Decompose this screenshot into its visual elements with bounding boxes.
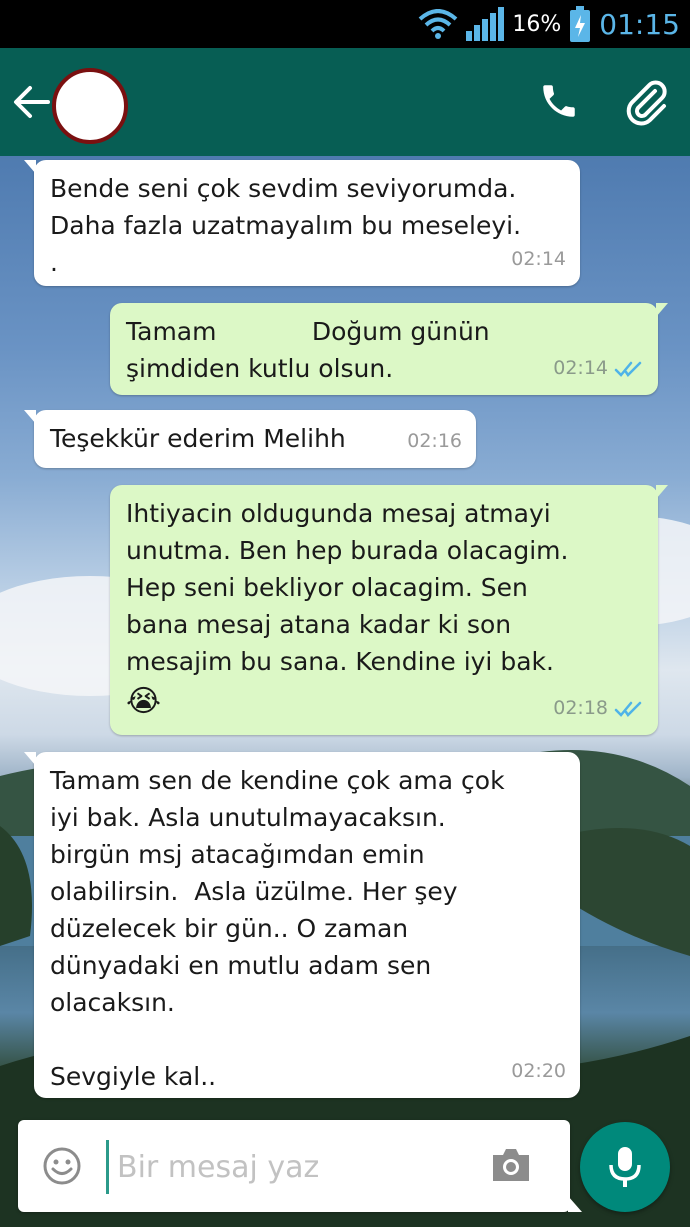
message-time: 02:14 <box>553 357 608 379</box>
camera-icon[interactable] <box>490 1146 532 1184</box>
message-bubble-incoming[interactable]: Bende seni çok sevdim seviyorumda. Daha … <box>24 160 580 286</box>
microphone-icon <box>609 1147 641 1187</box>
status-clock: 01:15 <box>599 7 680 41</box>
signal-icon <box>466 7 505 41</box>
message-time: 02:20 <box>511 1060 566 1082</box>
chat-header <box>0 48 690 156</box>
paperclip-icon[interactable] <box>622 78 670 126</box>
arrow-left-icon[interactable] <box>12 84 52 120</box>
message-meta: 02:14 <box>511 241 566 278</box>
message-meta: 02:16 <box>407 423 462 460</box>
message-meta: 02:18 <box>553 690 644 727</box>
emoji-icon[interactable] <box>42 1146 82 1186</box>
message-meta: 02:20 <box>511 1053 566 1090</box>
battery-percent: 16% <box>512 11 562 37</box>
contact-avatar[interactable] <box>52 68 128 144</box>
double-check-read-icon <box>614 361 642 377</box>
message-time: 02:16 <box>407 430 462 452</box>
double-check-read-icon <box>614 701 642 717</box>
microphone-button[interactable] <box>580 1122 670 1212</box>
battery-charging-icon <box>570 6 591 42</box>
chat-area[interactable]: Bende seni çok sevdim seviyorumda. Daha … <box>0 156 690 1227</box>
message-text: Teşekkür ederim Melihh <box>50 424 346 453</box>
message-bubble-outgoing[interactable]: Ihtiyacin oldugunda mesaj atmayi unutma.… <box>110 485 668 735</box>
message-bubble-incoming[interactable]: Teşekkür ederim Melihh 02:16 <box>24 410 476 468</box>
message-bubble-incoming[interactable]: Tamam sen de kendine çok ama çok iyi bak… <box>24 752 580 1098</box>
message-input[interactable] <box>106 1140 489 1194</box>
message-time: 02:14 <box>511 248 566 270</box>
message-text: Ihtiyacin oldugunda mesaj atmayi unutma.… <box>126 499 569 676</box>
message-time: 02:18 <box>553 697 608 719</box>
message-text: Tamam sen de kendine çok ama çok iyi bak… <box>50 766 505 1091</box>
message-bubble-outgoing[interactable]: Tamam Doğum günün şimdiden kutlu olsun. … <box>110 303 668 395</box>
status-bar: 16% 01:15 <box>0 0 690 48</box>
phone-icon[interactable] <box>538 80 580 122</box>
message-composer <box>18 1120 582 1212</box>
message-meta: 02:14 <box>553 350 644 387</box>
wifi-icon <box>419 9 458 39</box>
message-text: Bende seni çok sevdim seviyorumda. Daha … <box>50 174 522 277</box>
